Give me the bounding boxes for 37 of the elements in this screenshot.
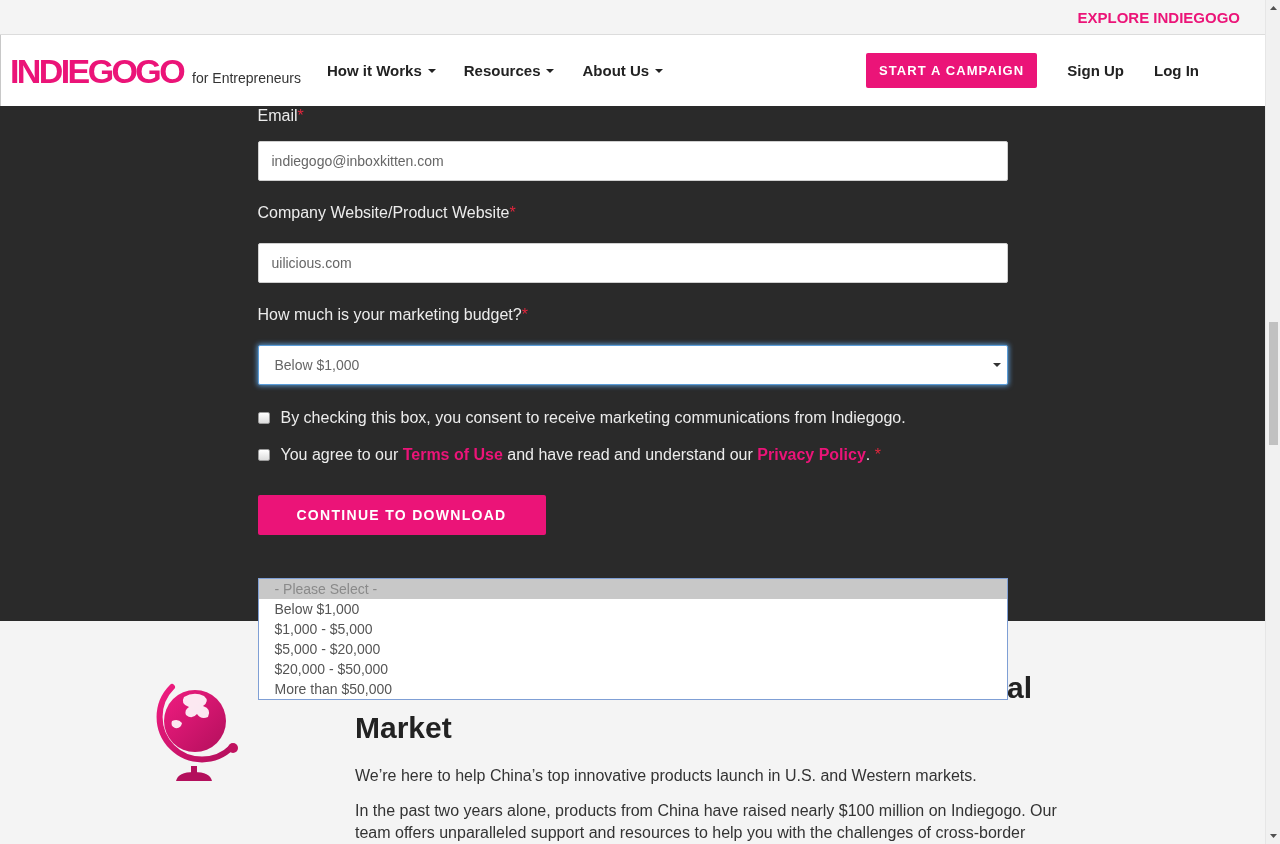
paragraph: We’re here to help China’s top innovative products launch in U.S. and Western markets.	[355, 766, 978, 786]
consent-text: You agree to our Terms of Use and have read and understand our Privacy Policy. *	[280, 445, 881, 465]
text-field[interactable]: indiegogo@inboxkitten.com	[257, 141, 1008, 181]
scroll-up-arrow-icon[interactable]	[1269, 6, 1277, 10]
field-label: Company Website/Product Website*	[257, 203, 517, 223]
caret-icon	[992, 363, 1001, 367]
caret-icon	[427, 68, 436, 73]
dropdown-option[interactable]: $1,000 - $5,000	[258, 619, 1007, 639]
caret-icon	[655, 68, 664, 73]
header-link[interactable]: Sign Up	[1067, 62, 1124, 79]
wordmark-logo[interactable]: INDIEGOGO	[10, 53, 184, 88]
dropdown-option[interactable]: Below $1,000	[258, 599, 1007, 619]
dropdown-option[interactable]: $20,000 - $50,000	[258, 659, 1007, 679]
caret-icon	[546, 68, 555, 73]
field-label: How much is your marketing budget?*	[257, 305, 529, 325]
continue-button[interactable]: CONTINUE TO DOWNLOAD	[257, 495, 546, 535]
header-link[interactable]: Log In	[1154, 62, 1199, 79]
section-heading: al	[1006, 670, 1032, 706]
dropdown-option[interactable]: More than $50,000	[258, 679, 1007, 699]
scroll-down-arrow-icon[interactable]	[1269, 834, 1277, 838]
dropdown-option[interactable]: $5,000 - $20,000	[258, 639, 1007, 659]
checkbox[interactable]	[257, 412, 270, 424]
nav-menu[interactable]: Resources	[463, 62, 555, 79]
scrollbar-thumb[interactable]	[1268, 322, 1278, 445]
field-label: Email*	[257, 106, 305, 126]
tagline-text: for Entrepreneurs	[192, 69, 302, 86]
explore-link[interactable]: EXPLORE INDIEGOGO	[1077, 8, 1240, 26]
consent-text: By checking this box, you consent to receive marketing communications from Indiegogo.	[280, 408, 906, 428]
section-heading: Market	[355, 710, 452, 746]
checkbox[interactable]	[257, 449, 270, 461]
select-field[interactable]: Below $1,000	[257, 345, 1008, 385]
text-field[interactable]: uilicious.com	[257, 243, 1008, 283]
nav-menu[interactable]: How it Works	[327, 62, 436, 79]
paragraph: In the past two years alone, products from China have raised nearly $100 million on Indiegogo. Our team offers unparalleled support and resources to help you with the challenges of cross-border	[355, 801, 1058, 843]
nav-menu[interactable]: About Us	[582, 62, 664, 79]
start-campaign-button[interactable]: START A CAMPAIGN	[865, 53, 1038, 88]
scrollbar[interactable]	[1265, 0, 1280, 844]
